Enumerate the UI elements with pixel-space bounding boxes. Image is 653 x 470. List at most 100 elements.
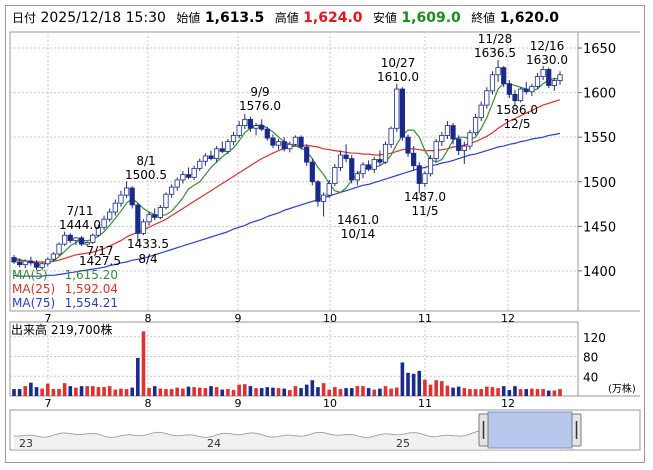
volume-bar: [299, 388, 303, 396]
annotation-label: 10/27: [381, 56, 416, 70]
volume-bar: [231, 390, 236, 396]
volume-bar: [361, 386, 365, 396]
candle-body: [281, 141, 287, 150]
candle-body: [197, 160, 203, 169]
volume-bar: [214, 387, 219, 396]
volume-bar: [389, 388, 393, 396]
candle-body: [411, 152, 417, 167]
ma-legend-value: 1,554.21: [65, 296, 118, 310]
volume-bar: [485, 386, 489, 396]
price-axis: 1400 1450 1500 1550 1600 1650: [578, 42, 616, 280]
volume-bar: [372, 389, 377, 396]
candle-body: [427, 158, 434, 175]
candle-body: [292, 136, 299, 145]
month-label: 12: [501, 397, 515, 410]
volume-bar: [530, 388, 534, 396]
annotation-label: 9/9: [250, 85, 269, 99]
candle-body: [534, 76, 541, 87]
candle-body: [180, 174, 186, 181]
annotation-label: 12/16: [530, 39, 565, 53]
volume-bar: [248, 386, 253, 396]
candle-body: [101, 218, 107, 228]
candle-body: [22, 260, 28, 266]
candle-body: [73, 237, 79, 241]
volume-bar: [558, 389, 562, 396]
candle-body: [394, 88, 400, 129]
candle-body: [349, 158, 355, 181]
candle-body: [191, 167, 197, 178]
volume-bar: [496, 388, 500, 396]
candle-body: [512, 93, 518, 102]
volume-bar: [541, 389, 545, 396]
candle-body: [478, 104, 484, 118]
candle-body: [242, 118, 248, 126]
volume-bar: [276, 388, 281, 396]
navigator-selection: [487, 411, 573, 449]
candle-body: [371, 159, 377, 170]
volume-bar: [344, 388, 348, 396]
month-label: 12: [501, 312, 515, 325]
candle-body: [343, 154, 349, 159]
stock-chart: 778899101011111212 7/111444.01427.57/178…: [9, 31, 641, 451]
volume-bar: [473, 389, 478, 396]
annotation-label: 1636.5: [474, 46, 516, 60]
volume-bar: [226, 389, 230, 396]
month-label: 7: [45, 397, 52, 410]
candle-body: [399, 88, 405, 138]
volume-bar: [12, 389, 16, 396]
candle-body: [39, 263, 45, 268]
volume-bar: [119, 388, 123, 396]
annotation-label: 1500.5: [125, 168, 167, 182]
volume-bar: [197, 387, 202, 396]
volume-bar: [310, 380, 315, 396]
ma-legend-value: 1,615.20: [65, 268, 118, 282]
volume-bar: [552, 390, 557, 396]
volume-bar: [417, 370, 422, 396]
candle-body: [230, 134, 237, 143]
candle-body: [90, 234, 96, 243]
volume-bar: [91, 386, 95, 396]
candle-body: [219, 148, 225, 152]
volume-bar: [102, 387, 106, 396]
candle-body: [309, 161, 315, 183]
ma-legend-label: MA(5): [12, 268, 48, 282]
volume-bar: [490, 387, 495, 396]
month-label: 11: [418, 312, 432, 325]
volume-bar: [96, 387, 101, 396]
volume-bar: [40, 388, 44, 396]
candle-body: [298, 136, 304, 148]
annotation-label: 1461.0: [337, 213, 379, 227]
annotation-label: 8/4: [138, 252, 157, 266]
candle-body: [405, 136, 411, 154]
volume-bar: [57, 389, 61, 396]
volume-bar: [518, 389, 523, 396]
volume-bar: [316, 387, 320, 396]
volume-bar: [113, 389, 118, 396]
candle-body: [439, 134, 445, 143]
month-label: 11: [418, 397, 432, 410]
volume-bar: [175, 387, 180, 396]
ma5-line: [13, 77, 561, 266]
volume-bar: [220, 389, 225, 396]
range-navigator[interactable]: 23 24 25: [9, 409, 641, 451]
candle-body: [326, 183, 332, 196]
volume-bar: [203, 388, 208, 396]
candle-body: [315, 181, 321, 202]
candle-body: [163, 193, 169, 209]
annotation-label: 1630.0: [526, 53, 568, 67]
candle-body: [225, 141, 231, 152]
candle-body: [174, 179, 180, 188]
volume-bar: [152, 386, 157, 396]
price-tick-label: 1650: [583, 42, 616, 57]
volume-bar: [507, 390, 512, 396]
volume-tick-label: 80: [583, 351, 598, 365]
month-label: 8: [145, 312, 152, 325]
volume-bar: [209, 386, 213, 396]
candle-body: [135, 204, 141, 234]
candle-body: [169, 186, 175, 195]
volume-bar: [411, 373, 416, 396]
volume-bar: [406, 372, 410, 396]
candle-body: [247, 118, 254, 129]
volume-bar: [479, 389, 483, 396]
volume-bar: [394, 387, 399, 396]
